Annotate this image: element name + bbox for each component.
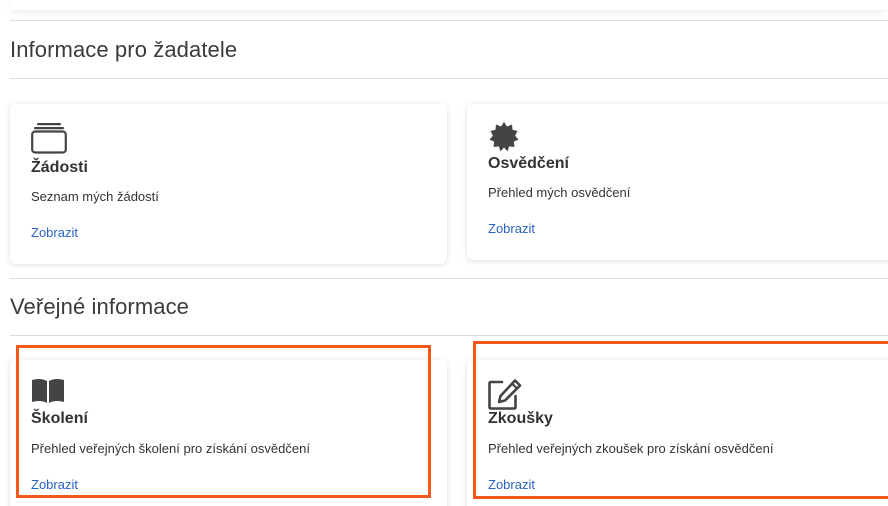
- osvedceni-show-link[interactable]: Zobrazit: [488, 221, 535, 236]
- section-title-public: Veřejné informace: [10, 294, 190, 319]
- tray-stack-icon: [31, 122, 67, 159]
- card-zadosti: Žádosti Seznam mých žádostí Zobrazit: [10, 104, 447, 264]
- page: Informace pro žadatele Žádosti Seznam mý…: [0, 0, 888, 506]
- section-divider-public: [10, 335, 888, 336]
- zadosti-show-link[interactable]: Zobrazit: [31, 225, 78, 240]
- card-osvedceni: Osvědčení Přehled mých osvědčení Zobrazi…: [467, 104, 888, 260]
- section-divider-applicant: [10, 78, 888, 79]
- highlight-box-zkousky: [473, 341, 888, 499]
- card-description: Seznam mých žádostí: [31, 189, 159, 204]
- card-title: Osvědčení: [488, 155, 569, 172]
- top-divider: [10, 20, 888, 21]
- card-title: Žádosti: [31, 159, 88, 176]
- card-description: Přehled mých osvědčení: [488, 185, 631, 200]
- section-title-applicant: Informace pro žadatele: [10, 37, 238, 62]
- certificate-badge-icon: [488, 121, 520, 158]
- top-bar-shadow: [10, 0, 888, 10]
- highlight-box-skoleni: [16, 345, 431, 498]
- section-divider-top-public: [10, 278, 888, 279]
